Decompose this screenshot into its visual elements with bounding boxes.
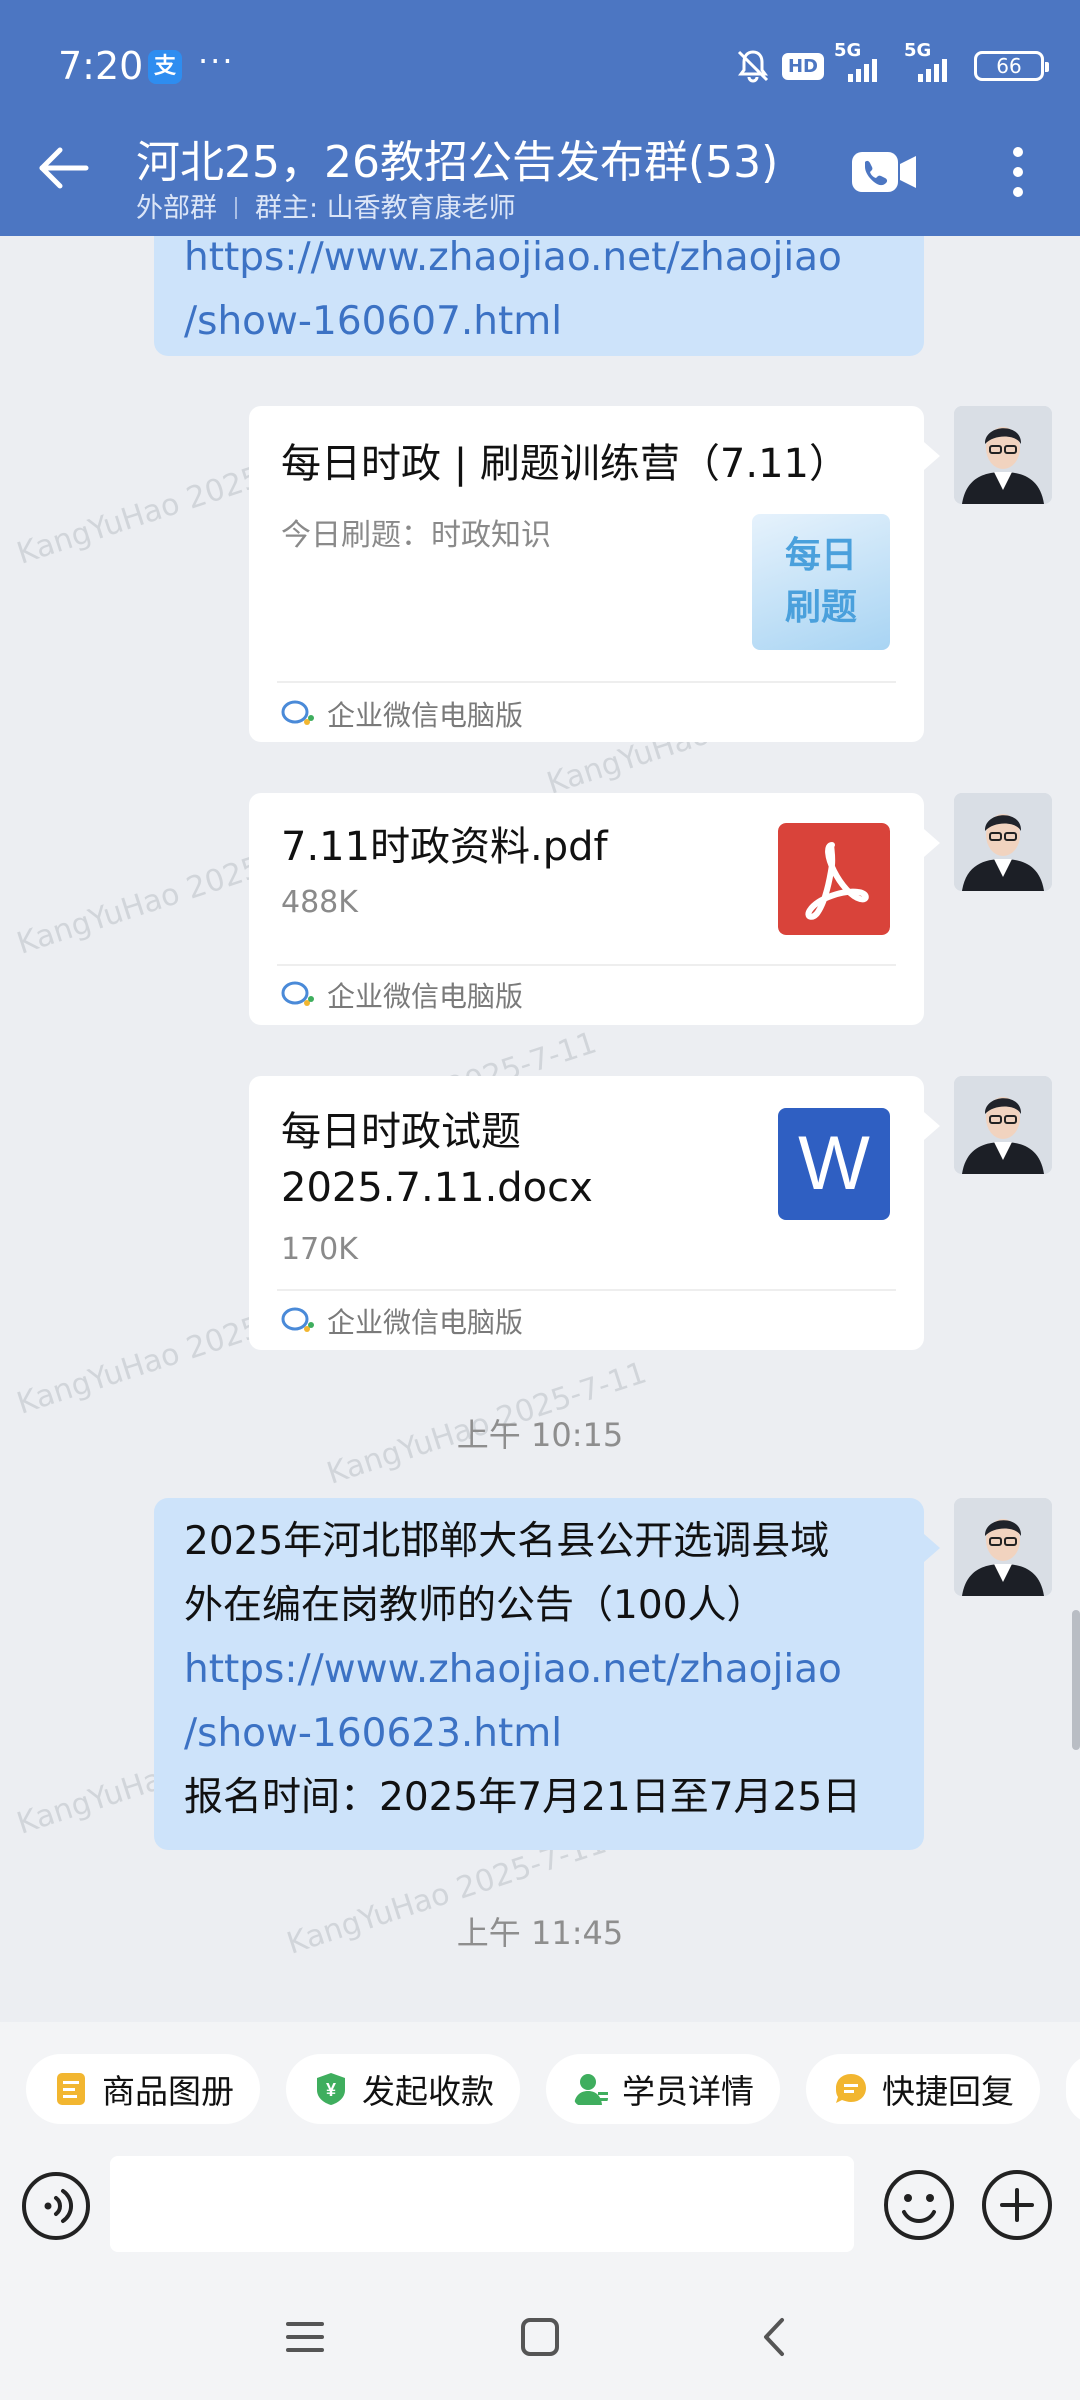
message-composer xyxy=(0,2150,1080,2274)
menu-icon[interactable] xyxy=(280,2312,330,2362)
message-link[interactable]: /show-160623.html xyxy=(184,1702,894,1766)
group-owner-label: 群主: 山香教育康老师 xyxy=(255,193,516,224)
signal-1-icon: 5G xyxy=(834,40,894,86)
signal-2-icon: 5G xyxy=(904,40,964,86)
status-bar: 7:20 支 ··· HD 5G 5G 66 xyxy=(0,0,1080,120)
card-source: 企业微信电脑版 xyxy=(281,694,523,734)
wecom-icon xyxy=(281,700,314,725)
wecom-icon xyxy=(281,981,314,1006)
chat-header: 7:20 支 ··· HD 5G 5G 66 河北25，26教招公告发布群(53… xyxy=(0,0,1080,236)
video-call-icon[interactable] xyxy=(850,148,920,196)
student-details-button[interactable]: 学员详情 xyxy=(546,2054,780,2124)
card-source: 企业微信电脑版 xyxy=(281,1301,523,1341)
message-timestamp: 上午 10:15 xyxy=(456,1416,624,1454)
more-vertical-icon[interactable] xyxy=(1000,144,1036,200)
svg-text:¥: ¥ xyxy=(326,2080,336,2100)
external-group-label: 外部群 xyxy=(136,193,217,224)
hd-voice-badge: HD xyxy=(781,52,824,80)
message-text: 2025年河北邯郸大名县公开选调县域 xyxy=(184,1519,830,1564)
payment-shield-icon: ¥ xyxy=(317,2073,345,2105)
student-profile-icon xyxy=(574,2074,608,2105)
word-doc-icon: W xyxy=(778,1108,890,1220)
scrollbar[interactable] xyxy=(1072,1610,1080,1750)
pdf-icon xyxy=(778,823,890,935)
file-message-card[interactable]: 7.11时政资料.pdf 488K 企业微信电脑版 xyxy=(249,793,940,1025)
chat-subtitle: 外部群 群主: 山香教育康老师 xyxy=(136,186,516,225)
request-payment-button[interactable]: ¥ 发起收款 xyxy=(286,2054,520,2124)
plus-icon[interactable] xyxy=(980,2168,1054,2242)
link-message-bubble[interactable]: https://www.zhaojiao.net/zhaojiao /show-… xyxy=(154,236,924,356)
file-size: 488K xyxy=(281,885,358,920)
message-text: 报名时间：2025年7月21日至7月25日 xyxy=(184,1775,862,1820)
emoji-icon[interactable] xyxy=(882,2168,956,2242)
back-arrow-icon[interactable] xyxy=(36,140,92,196)
file-name-line2: 2025.7.11.docx xyxy=(281,1165,593,1211)
more-notifications-icon: ··· xyxy=(198,42,235,80)
more-quick-action-button[interactable] xyxy=(1066,2054,1080,2124)
home-icon[interactable] xyxy=(515,2312,565,2362)
chat-title: 河北25，26教招公告发布群(53) xyxy=(136,137,779,188)
back-icon[interactable] xyxy=(750,2312,800,2362)
avatar[interactable] xyxy=(954,406,1052,504)
text-message-bubble[interactable]: 2025年河北邯郸大名县公开选调县域 外在编在岗教师的公告（100人） http… xyxy=(154,1498,940,1850)
alipay-notification-icon: 支 xyxy=(148,50,182,84)
file-message-card[interactable]: 每日时政试题 2025.7.11.docx 170K W 企业微信电脑版 xyxy=(249,1076,940,1350)
system-navigation-bar xyxy=(0,2274,1080,2400)
avatar[interactable] xyxy=(954,1498,1052,1596)
battery-icon: 66 xyxy=(974,51,1049,81)
message-link[interactable]: https://www.zhaojiao.net/zhaojiao xyxy=(184,1638,894,1702)
card-title: 每日时政 | 刷题训练营（7.11） xyxy=(281,441,849,487)
chat-messages[interactable]: KangYuHao 2025-7-11 KangYuHao 2025-7-11 … xyxy=(0,236,1080,2022)
message-text: 外在编在岗教师的公告（100人） xyxy=(184,1583,766,1628)
quick-reply-button[interactable]: 快捷回复 xyxy=(806,2054,1040,2124)
message-link[interactable]: /show-160607.html xyxy=(184,290,894,354)
file-name: 7.11时政资料.pdf xyxy=(281,824,608,870)
file-size: 170K xyxy=(281,1232,358,1267)
message-input[interactable] xyxy=(110,2156,854,2252)
card-description: 今日刷题：时政知识 xyxy=(281,518,551,553)
mute-bell-icon xyxy=(737,50,769,83)
message-link[interactable]: https://www.zhaojiao.net/zhaojiao xyxy=(184,236,894,290)
product-catalog-button[interactable]: 商品图册 xyxy=(26,2054,260,2124)
wecom-icon xyxy=(281,1307,314,1332)
status-icons: HD 5G 5G 66 xyxy=(734,40,1049,86)
avatar[interactable] xyxy=(954,793,1052,891)
avatar[interactable] xyxy=(954,1076,1052,1174)
voice-input-icon[interactable] xyxy=(20,2170,92,2242)
message-timestamp: 上午 11:45 xyxy=(456,1914,624,1952)
file-name-line1: 每日时政试题 xyxy=(281,1109,521,1155)
card-source: 企业微信电脑版 xyxy=(281,975,523,1015)
card-thumbnail: 每日 刷题 xyxy=(752,514,890,650)
miniprogram-card[interactable]: 每日时政 | 刷题训练营（7.11） 今日刷题：时政知识 每日 刷题 企业微信电… xyxy=(249,406,940,742)
catalog-icon xyxy=(57,2073,85,2105)
clock: 7:20 xyxy=(58,44,144,88)
quick-reply-icon xyxy=(836,2074,866,2103)
